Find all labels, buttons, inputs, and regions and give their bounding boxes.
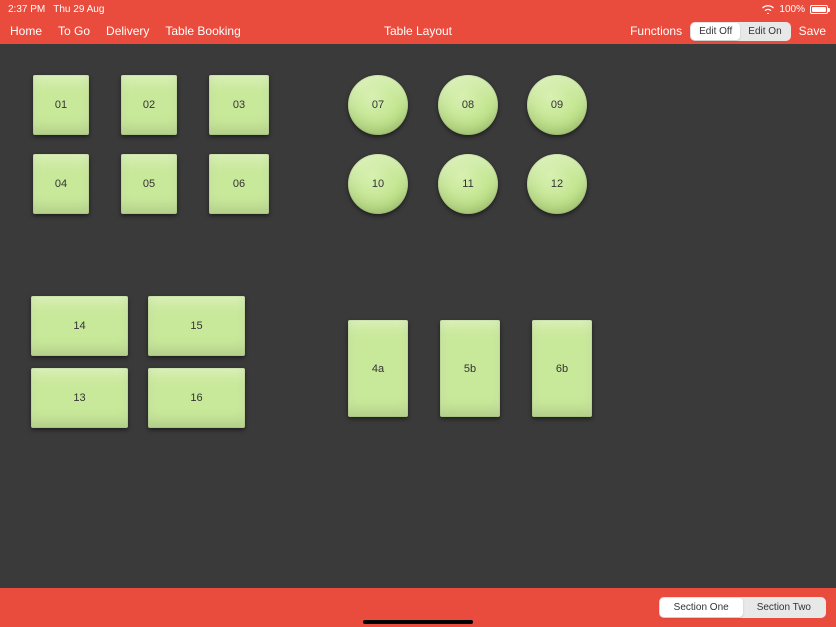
wifi-icon: [762, 5, 774, 14]
table-10[interactable]: 10: [348, 154, 408, 214]
table-12[interactable]: 12: [527, 154, 587, 214]
table-08[interactable]: 08: [438, 75, 498, 135]
table-07[interactable]: 07: [348, 75, 408, 135]
table-06[interactable]: 06: [209, 154, 269, 214]
edit-off-seg[interactable]: Edit Off: [691, 23, 740, 40]
bottom-bar: Section One Section Two: [0, 588, 836, 627]
table-05[interactable]: 05: [121, 154, 177, 214]
section-one-seg[interactable]: Section One: [660, 598, 743, 617]
nav-table-booking[interactable]: Table Booking: [165, 24, 240, 38]
nav-to-go[interactable]: To Go: [58, 24, 90, 38]
page-title: Table Layout: [384, 24, 452, 38]
nav-bar: Home To Go Delivery Table Booking Table …: [0, 18, 836, 44]
table-14[interactable]: 14: [31, 296, 128, 356]
table-15[interactable]: 15: [148, 296, 245, 356]
status-date: Thu 29 Aug: [53, 4, 104, 15]
edit-on-seg[interactable]: Edit On: [740, 23, 789, 40]
edit-mode-segmented[interactable]: Edit Off Edit On: [690, 22, 791, 41]
status-battery-pct: 100%: [779, 4, 805, 15]
table-5b[interactable]: 5b: [440, 320, 500, 417]
table-4a[interactable]: 4a: [348, 320, 408, 417]
table-11[interactable]: 11: [438, 154, 498, 214]
table-13[interactable]: 13: [31, 368, 128, 428]
section-segmented[interactable]: Section One Section Two: [659, 597, 826, 618]
status-time: 2:37 PM: [8, 4, 45, 15]
table-6b[interactable]: 6b: [532, 320, 592, 417]
table-16[interactable]: 16: [148, 368, 245, 428]
battery-icon: [810, 5, 828, 14]
layout-canvas[interactable]: 01 02 03 04 05 06 07 08 09 10 11 12 14 1…: [0, 44, 836, 588]
home-indicator: [363, 620, 473, 624]
status-bar: 2:37 PM Thu 29 Aug 100%: [0, 0, 836, 18]
nav-delivery[interactable]: Delivery: [106, 24, 149, 38]
nav-home[interactable]: Home: [10, 24, 42, 38]
table-03[interactable]: 03: [209, 75, 269, 135]
section-two-seg[interactable]: Section Two: [743, 598, 825, 617]
table-04[interactable]: 04: [33, 154, 89, 214]
functions-button[interactable]: Functions: [630, 24, 682, 38]
table-01[interactable]: 01: [33, 75, 89, 135]
table-09[interactable]: 09: [527, 75, 587, 135]
table-02[interactable]: 02: [121, 75, 177, 135]
save-button[interactable]: Save: [799, 24, 826, 38]
